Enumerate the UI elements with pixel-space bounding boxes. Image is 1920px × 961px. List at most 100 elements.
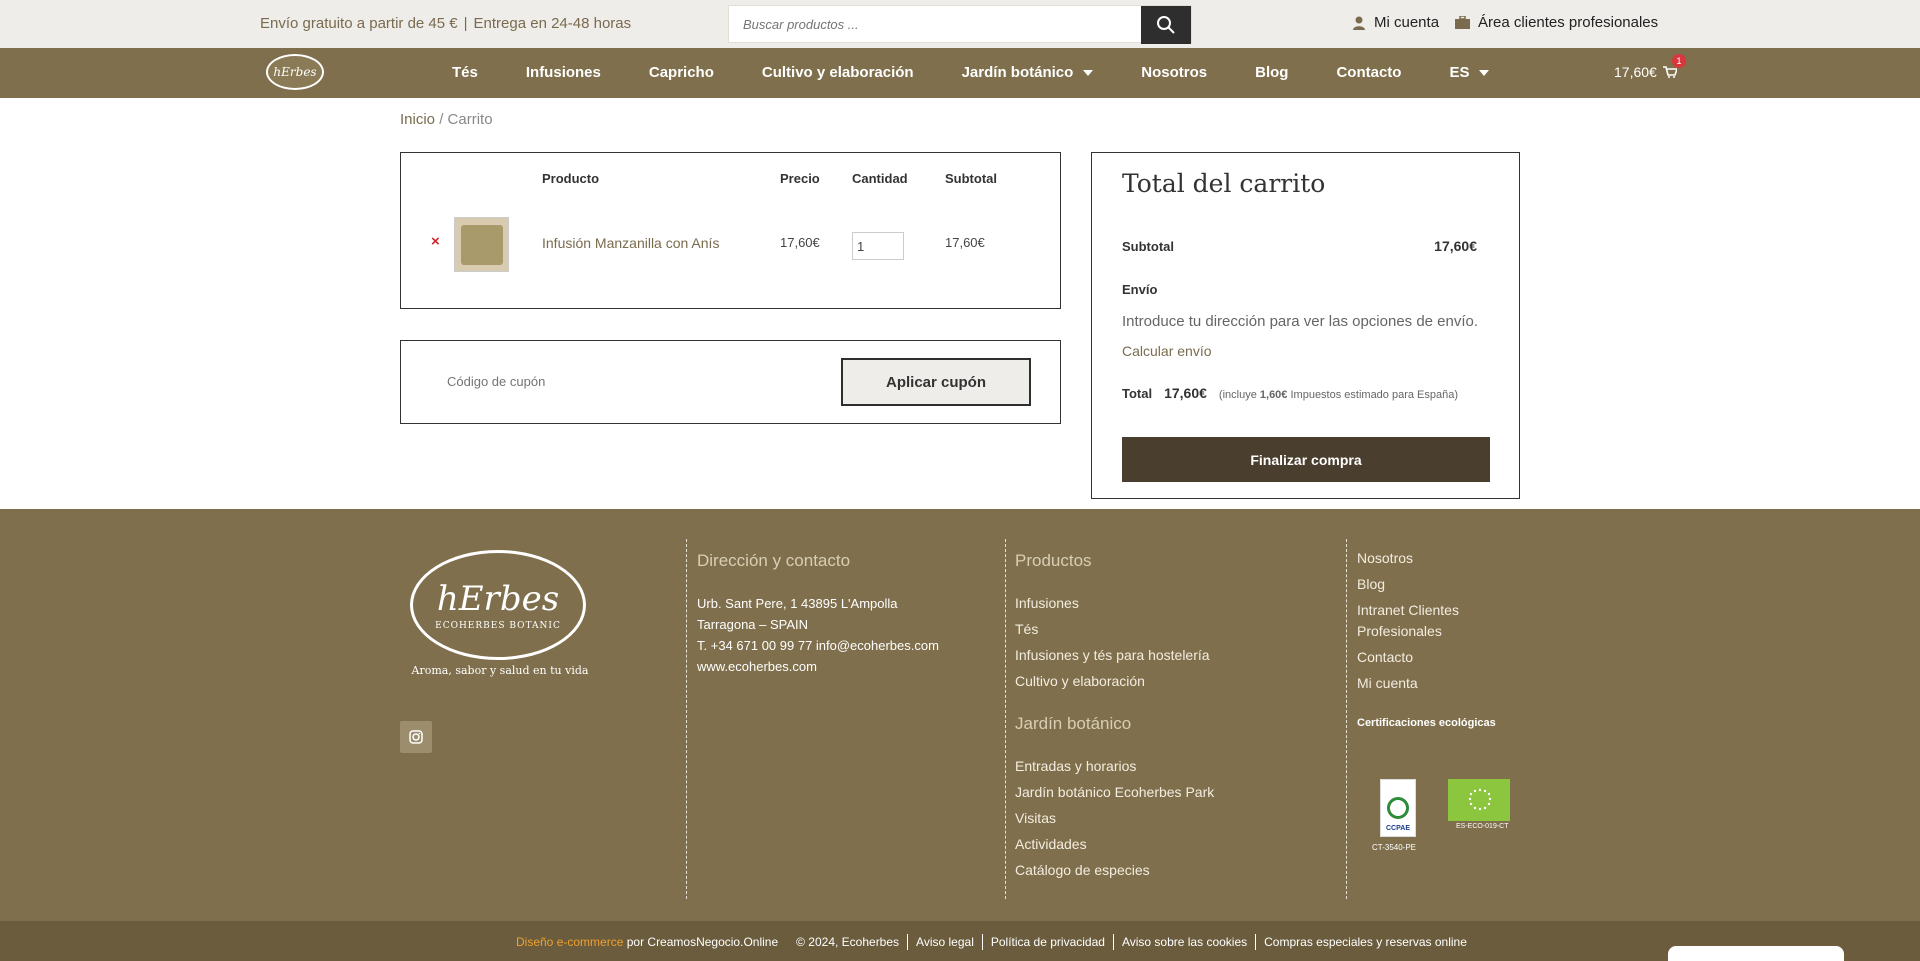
instagram-link[interactable] (400, 721, 432, 753)
nav-item-label: Infusiones (525, 64, 601, 81)
instagram-icon (409, 730, 423, 744)
site-footer: hErbes ECOHERBES BOTANIC Aroma, sabor y … (0, 509, 1920, 921)
footer-link-actividades[interactable]: Actividades (1015, 836, 1087, 852)
footer-divider (1005, 539, 1006, 899)
eu-organic-badge (1448, 779, 1510, 821)
nav-item-tes[interactable]: Tés (452, 64, 478, 81)
product-subtotal: 17,60€ (945, 235, 985, 250)
chevron-down-icon (1083, 69, 1094, 76)
site-logo[interactable]: hErbes (266, 54, 324, 90)
footer-link-intranet[interactable]: Intranet Clientes (1357, 602, 1459, 618)
nav-item-nosotros[interactable]: Nosotros (1141, 64, 1207, 81)
cart-totals-title: Total del carrito (1122, 169, 1326, 198)
product-price: 17,60€ (780, 235, 820, 250)
language-label: ES (1449, 64, 1470, 81)
floating-widget[interactable] (1668, 946, 1844, 961)
footer-link-visitas[interactable]: Visitas (1015, 810, 1056, 826)
product-thumbnail[interactable] (454, 217, 509, 272)
footer-divider (686, 539, 687, 899)
tax-prefix: (incluye (1218, 389, 1257, 401)
footer-link-catalogo[interactable]: Catálogo de especies (1015, 862, 1150, 878)
user-icon (1353, 16, 1365, 30)
nav-item-label: Capricho (648, 64, 714, 81)
nav-item-label: Blog (1255, 64, 1289, 81)
footer-link-nosotros[interactable]: Nosotros (1357, 550, 1413, 566)
my-account-label: Mi cuenta (1374, 14, 1440, 31)
products-title: Productos (1015, 551, 1092, 570)
cert1-code: CT-3540-PE (1372, 843, 1417, 852)
cart-icon (1662, 66, 1677, 78)
chevron-down-icon (1479, 69, 1490, 76)
breadcrumb-home[interactable]: Inicio (400, 111, 435, 128)
footer-logo[interactable]: hErbes ECOHERBES BOTANIC (410, 550, 586, 660)
nav-item-blog[interactable]: Blog (1255, 64, 1288, 81)
nav-item-infusiones[interactable]: Infusiones (526, 64, 601, 81)
promo-delivery: Entrega en 24-48 horas (473, 15, 632, 32)
footer-link-cultivo[interactable]: Cultivo y elaboración (1015, 673, 1145, 689)
my-account-link[interactable]: Mi cuenta (1352, 14, 1439, 31)
footer-link-park[interactable]: Jardín botánico Ecoherbes Park (1015, 784, 1214, 800)
apply-coupon-button[interactable]: Aplicar cupón (841, 358, 1031, 406)
top-bar: Envío gratuito a partir de 45 € | Entrega … (0, 0, 1920, 48)
contact-title: Dirección y contacto (697, 551, 851, 570)
garden-title: Jardín botánico (1015, 714, 1132, 733)
special-purchases-link[interactable]: Compras especiales y reservas online (1264, 935, 1467, 949)
footer-logo-sub: ECOHERBES BOTANIC (435, 621, 561, 631)
footer-link-tes[interactable]: Tés (1015, 621, 1038, 637)
footer-link-hosteleria[interactable]: Infusiones y tés para hostelería (1015, 647, 1210, 663)
language-selector[interactable]: ES (1449, 64, 1490, 81)
footer-link-contacto[interactable]: Contacto (1357, 649, 1413, 665)
coupon-code-input[interactable] (431, 361, 731, 401)
website-link[interactable]: www.ecoherbes.com (697, 656, 817, 677)
nav-item-label: Cultivo y elaboración (761, 64, 914, 81)
search-form (728, 5, 1192, 44)
separator (907, 934, 909, 950)
product-name-link[interactable]: Infusión Manzanilla con Anís (542, 235, 719, 251)
promo-shipping: Envío gratuito a partir de 45 € (260, 15, 458, 32)
cart-table: Producto Precio Cantidad Subtotal × Infu… (400, 152, 1061, 309)
checkout-button[interactable]: Finalizar compra (1122, 437, 1490, 482)
tax-amount: 1,60€ (1259, 389, 1288, 401)
search-button[interactable] (1141, 6, 1191, 44)
nav-item-jardin[interactable]: Jardín botánico (962, 64, 1094, 81)
breadcrumb-separator: / (439, 111, 444, 128)
search-icon (1157, 16, 1175, 34)
nav-item-label: Jardín botánico (961, 64, 1074, 81)
footer-link-intranet-line2[interactable]: Profesionales (1357, 623, 1442, 639)
cookies-link[interactable]: Aviso sobre las cookies (1122, 935, 1247, 949)
nav-menu: Tés Infusiones Capricho Cultivo y elabor… (452, 64, 1537, 81)
nav-item-contacto[interactable]: Contacto (1336, 64, 1401, 81)
design-by[interactable]: por CreamosNegocio.Online (627, 935, 778, 949)
mini-cart[interactable]: 17,60€ 1 (1614, 54, 1686, 80)
legal-link[interactable]: Aviso legal (916, 935, 974, 949)
shipping-label: Envío (1122, 282, 1158, 297)
search-input[interactable] (729, 6, 1139, 42)
privacy-link[interactable]: Política de privacidad (991, 935, 1105, 949)
product-image (460, 224, 503, 265)
pro-area-link[interactable]: Área clientes profesionales (1455, 14, 1658, 31)
header-subtotal: Subtotal (945, 171, 997, 186)
phone-email[interactable]: T. +34 671 00 99 77 info@ecoherbes.com (697, 635, 939, 656)
quantity-input[interactable] (852, 232, 904, 260)
bottom-links: Diseño e-commerce por CreamosNegocio.Onl… (516, 934, 1467, 950)
footer-link-infusiones[interactable]: Infusiones (1015, 595, 1079, 611)
separator (1255, 934, 1257, 950)
pro-area-label: Área clientes profesionales (1478, 14, 1659, 31)
remove-item-button[interactable]: × (431, 233, 440, 250)
footer-link-mi-cuenta[interactable]: Mi cuenta (1357, 675, 1418, 691)
nav-item-label: Tés (452, 64, 478, 81)
address-line-2: Tarragona – SPAIN (697, 617, 809, 632)
nav-item-cultivo[interactable]: Cultivo y elaboración (762, 64, 914, 81)
calculate-shipping-link[interactable]: Calcular envío (1122, 343, 1212, 359)
subtotal-label: Subtotal (1122, 239, 1174, 254)
separator (981, 934, 983, 950)
nav-item-label: Contacto (1336, 64, 1402, 81)
tax-suffix: Impuestos estimado para España) (1290, 389, 1459, 401)
design-link[interactable]: Diseño e-commerce (516, 935, 623, 949)
address-line-1: Urb. Sant Pere, 1 43895 L'Ampolla (697, 596, 898, 611)
nav-item-capricho[interactable]: Capricho (649, 64, 714, 81)
separator (1112, 934, 1114, 950)
footer-link-blog[interactable]: Blog (1357, 576, 1385, 592)
mini-cart-total: 17,60€ (1614, 64, 1657, 80)
footer-link-entradas[interactable]: Entradas y horarios (1015, 758, 1136, 774)
